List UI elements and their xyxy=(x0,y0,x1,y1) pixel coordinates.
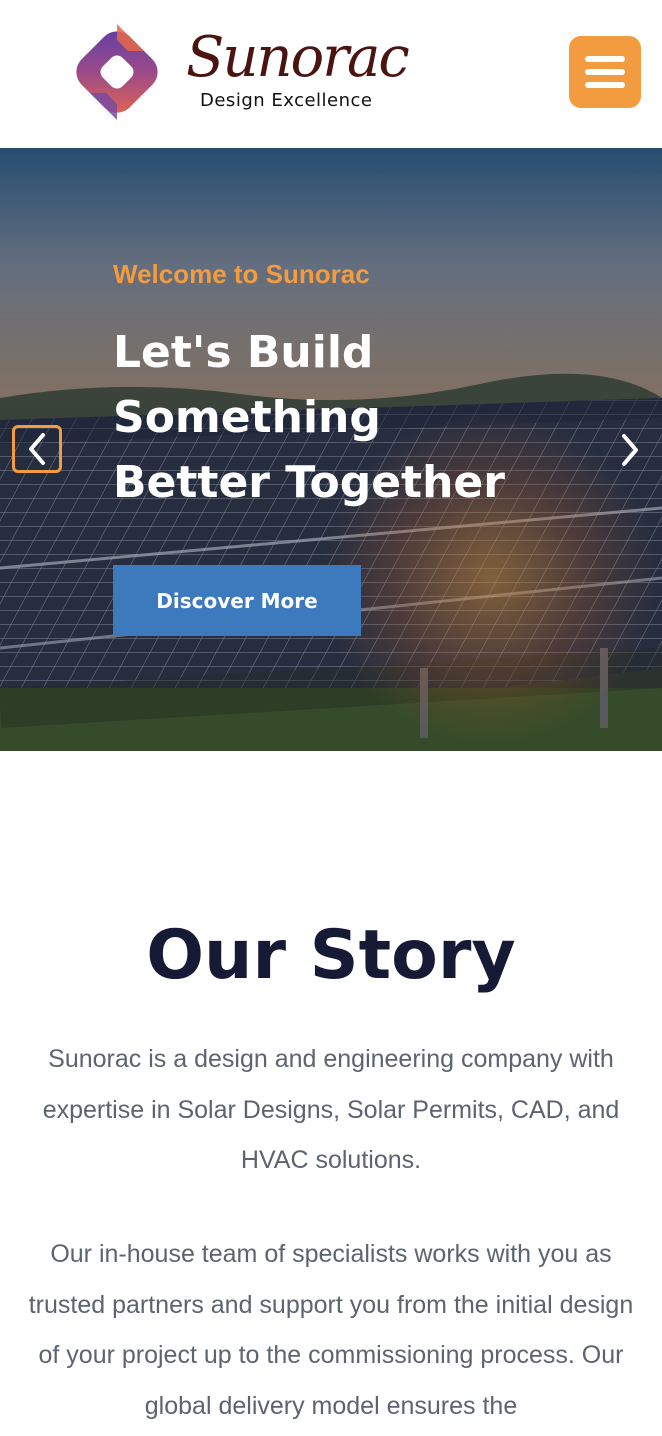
slider-next-button[interactable] xyxy=(610,426,650,474)
site-logo[interactable]: Sunorac Design Excellence xyxy=(66,22,410,122)
chevron-left-icon xyxy=(29,433,45,465)
brand-name: Sunorac xyxy=(186,25,410,90)
discover-more-button[interactable]: Discover More xyxy=(113,565,361,636)
hero-eyebrow: Welcome to Sunorac xyxy=(113,259,370,289)
hamburger-menu-icon[interactable] xyxy=(569,36,641,108)
story-title: Our Story xyxy=(146,916,516,995)
site-header: Sunorac Design Excellence xyxy=(0,0,662,148)
logo-mark-icon xyxy=(76,24,158,120)
chevron-right-icon xyxy=(622,434,638,466)
hero-title: Let's Build Something Better Together xyxy=(113,327,505,508)
story-paragraph-2: Our in-house team of specialists works w… xyxy=(28,1240,634,1420)
story-paragraph-1: Sunorac is a design and engineering comp… xyxy=(42,1045,620,1174)
hero-slider: Welcome to Sunorac Let's Build Something… xyxy=(0,148,662,751)
menu-bar xyxy=(585,56,625,62)
brand-tagline: Design Excellence xyxy=(200,90,373,111)
menu-bar xyxy=(585,69,625,75)
slider-prev-button[interactable] xyxy=(12,425,62,473)
menu-bar xyxy=(585,82,625,88)
